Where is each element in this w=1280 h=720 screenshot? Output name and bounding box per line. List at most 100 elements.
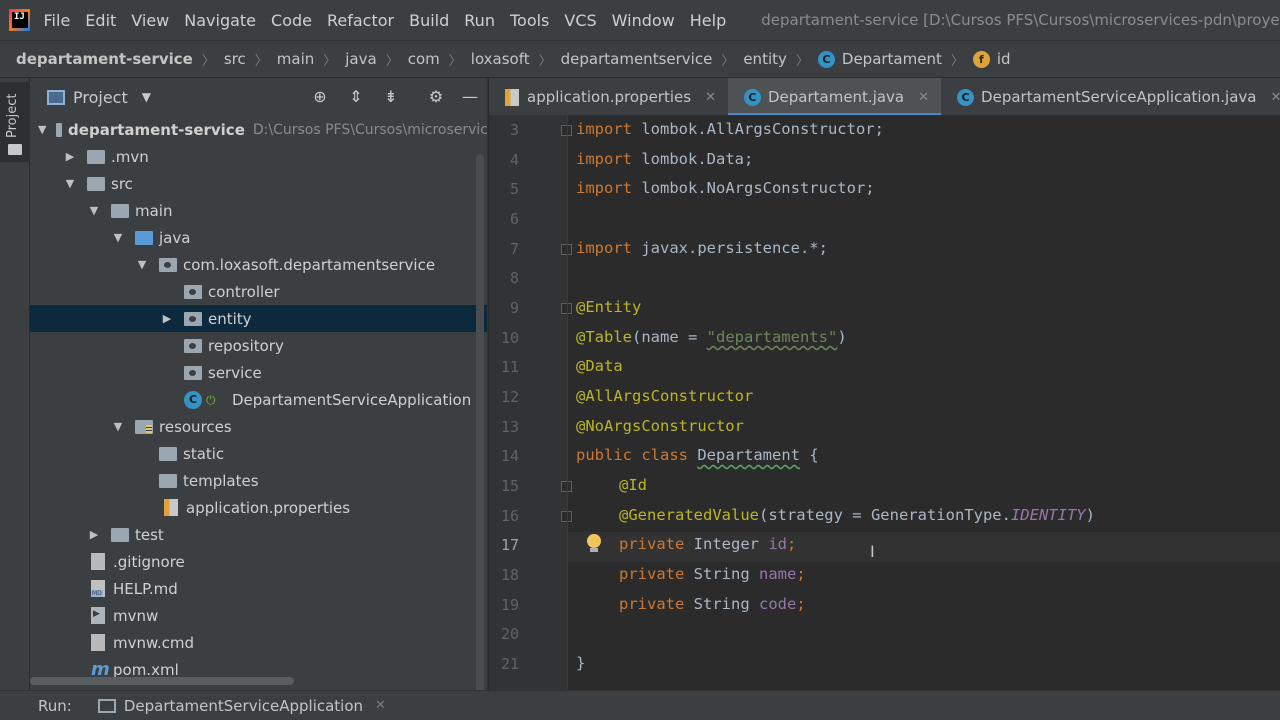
tree-node-application-class[interactable]: ▶ C ⏻ DepartamentServiceApplication <box>30 386 487 413</box>
code-editor[interactable]: 3 4 5 6 7 8 9 10 11 12 13 14 15 16 17 18… <box>489 116 1280 690</box>
folder-icon <box>87 149 105 164</box>
shell-script-icon <box>91 607 105 624</box>
line-number: 20 <box>500 625 519 643</box>
tab-label: application.properties <box>527 88 692 106</box>
code-line-18: private String name; <box>619 565 806 583</box>
line-number: 15 <box>500 477 519 495</box>
menu-edit[interactable]: Edit <box>85 11 116 30</box>
lightbulb-icon[interactable] <box>587 534 603 554</box>
menu-run[interactable]: Run <box>464 11 495 30</box>
run-tab[interactable]: DepartamentServiceApplication <box>124 697 363 715</box>
tree-node-test[interactable]: ▶ test <box>30 521 487 548</box>
menu-refactor[interactable]: Refactor <box>327 11 394 30</box>
close-icon[interactable]: ✕ <box>705 90 716 105</box>
menu-window[interactable]: Window <box>612 11 675 30</box>
tab-label: DepartamentServiceApplication.java <box>981 88 1257 106</box>
breadcrumb-item-class[interactable]: C Departament <box>817 50 942 68</box>
folder-icon <box>87 176 105 191</box>
tree-node-entity[interactable]: ▶ entity <box>30 305 487 332</box>
breadcrumb-item-main[interactable]: main <box>277 50 314 68</box>
project-tool-window-button[interactable]: Project <box>0 82 30 162</box>
project-view-selector[interactable]: Project <box>73 88 128 107</box>
root-path-text: D:\Cursos PFS\Cursos\microservic <box>252 121 488 138</box>
tree-node-main[interactable]: ▼ main <box>30 197 487 224</box>
breadcrumb-field-label: id <box>996 50 1011 68</box>
tree-node-gitignore[interactable]: ▶ .gitignore <box>30 548 487 575</box>
tree-node-repository[interactable]: ▶ repository <box>30 332 487 359</box>
tab-departament-service-application-java[interactable]: C DepartamentServiceApplication.java ✕ <box>941 78 1280 115</box>
tree-node-label: main <box>135 201 173 220</box>
breadcrumb-item-field[interactable]: f id <box>972 50 1011 68</box>
menu-help[interactable]: Help <box>690 11 726 30</box>
close-icon[interactable]: ✕ <box>375 698 386 713</box>
tree-node-mvn[interactable]: ▶ .mvn <box>30 143 487 170</box>
tree-node-label: controller <box>208 282 280 301</box>
tree-node-label: departament-service <box>68 120 245 139</box>
code-line-21: } <box>576 654 586 672</box>
tree-node-controller[interactable]: ▶ controller <box>30 278 487 305</box>
current-line-highlight <box>489 532 1280 562</box>
menu-navigate[interactable]: Navigate <box>184 11 256 30</box>
breadcrumb-item-project[interactable]: departament-service <box>16 50 193 68</box>
tree-node-help-md[interactable]: ▶ HELP.md <box>30 575 487 602</box>
code-line-15: @Id <box>619 476 647 494</box>
tree-node-package[interactable]: ▼ com.loxasoft.departamentservice <box>30 251 487 278</box>
tree-node-departament-service[interactable]: ▼ departament-service D:\Cursos PFS\Curs… <box>30 116 488 143</box>
menu-file[interactable]: File <box>44 11 71 30</box>
line-number: 11 <box>500 358 519 376</box>
breadcrumb-item-src[interactable]: src <box>224 50 246 68</box>
chevron-right-icon: 〉 <box>323 53 337 69</box>
breadcrumb-item-departamentservice[interactable]: departamentservice <box>561 50 713 68</box>
cmd-file-icon <box>91 634 105 651</box>
code-line-7: import javax.persistence.*; <box>576 239 828 257</box>
chevron-down-icon[interactable]: ▼ <box>111 231 125 244</box>
tree-node-static[interactable]: ▶ static <box>30 440 487 467</box>
chevron-down-icon[interactable]: ▼ <box>111 420 125 433</box>
expand-all-icon[interactable]: ⇕ <box>346 87 366 107</box>
class-icon: C <box>957 88 975 106</box>
tree-node-mvnw[interactable]: ▶ mvnw <box>30 602 487 629</box>
tab-departament-java[interactable]: C Departament.java ✕ <box>727 78 942 115</box>
close-icon[interactable]: ✕ <box>918 90 929 105</box>
menu-view[interactable]: View <box>131 11 169 30</box>
folder-icon <box>111 527 129 542</box>
tree-node-label: DepartamentServiceApplication <box>232 390 472 409</box>
gear-icon[interactable]: ⚙ <box>426 87 446 107</box>
chevron-right-icon[interactable]: ▶ <box>87 528 101 541</box>
tree-node-label: com.loxasoft.departamentservice <box>183 255 436 274</box>
chevron-down-icon[interactable]: ▼ <box>38 123 46 136</box>
tree-node-java[interactable]: ▼ java <box>30 224 487 251</box>
breadcrumb-item-com[interactable]: com <box>408 50 440 68</box>
dropdown-arrow-icon[interactable]: ▼ <box>142 90 151 104</box>
menu-tools[interactable]: Tools <box>510 11 549 30</box>
menu-vcs[interactable]: VCS <box>564 11 596 30</box>
package-icon <box>184 284 202 299</box>
hide-panel-icon[interactable]: — <box>460 87 480 107</box>
tree-node-label: service <box>208 363 262 382</box>
menu-build[interactable]: Build <box>409 11 449 30</box>
chevron-right-icon[interactable]: ▶ <box>160 312 174 325</box>
chevron-down-icon[interactable]: ▼ <box>135 258 149 271</box>
tree-node-resources[interactable]: ▼ resources <box>30 413 487 440</box>
chevron-right-icon[interactable]: ▶ <box>63 150 77 163</box>
chevron-down-icon[interactable]: ▼ <box>87 204 101 217</box>
horizontal-scrollbar[interactable] <box>30 677 294 685</box>
tree-node-service[interactable]: ▶ service <box>30 359 487 386</box>
collapse-all-icon[interactable]: ⇟ <box>381 87 401 107</box>
tree-node-application-properties[interactable]: ▶ application.properties <box>30 494 487 521</box>
intellij-logo-icon: IJ <box>9 9 30 31</box>
chevron-down-icon[interactable]: ▼ <box>63 177 77 190</box>
tree-node-mvnw-cmd[interactable]: ▶ mvnw.cmd <box>30 629 487 656</box>
close-icon[interactable]: ✕ <box>1270 90 1280 105</box>
locate-file-icon[interactable]: ⊕ <box>310 87 330 107</box>
breadcrumb: departament-service 〉 src 〉 main 〉 java … <box>0 40 1280 78</box>
tree-node-templates[interactable]: ▶ templates <box>30 467 487 494</box>
vertical-scrollbar[interactable] <box>476 154 484 690</box>
tree-node-label: test <box>135 525 164 544</box>
breadcrumb-item-entity[interactable]: entity <box>743 50 787 68</box>
breadcrumb-item-java[interactable]: java <box>345 50 376 68</box>
breadcrumb-item-loxasoft[interactable]: loxasoft <box>471 50 530 68</box>
menu-code[interactable]: Code <box>271 11 312 30</box>
tree-node-src[interactable]: ▼ src <box>30 170 487 197</box>
tab-application-properties[interactable]: application.properties ✕ <box>489 78 728 115</box>
